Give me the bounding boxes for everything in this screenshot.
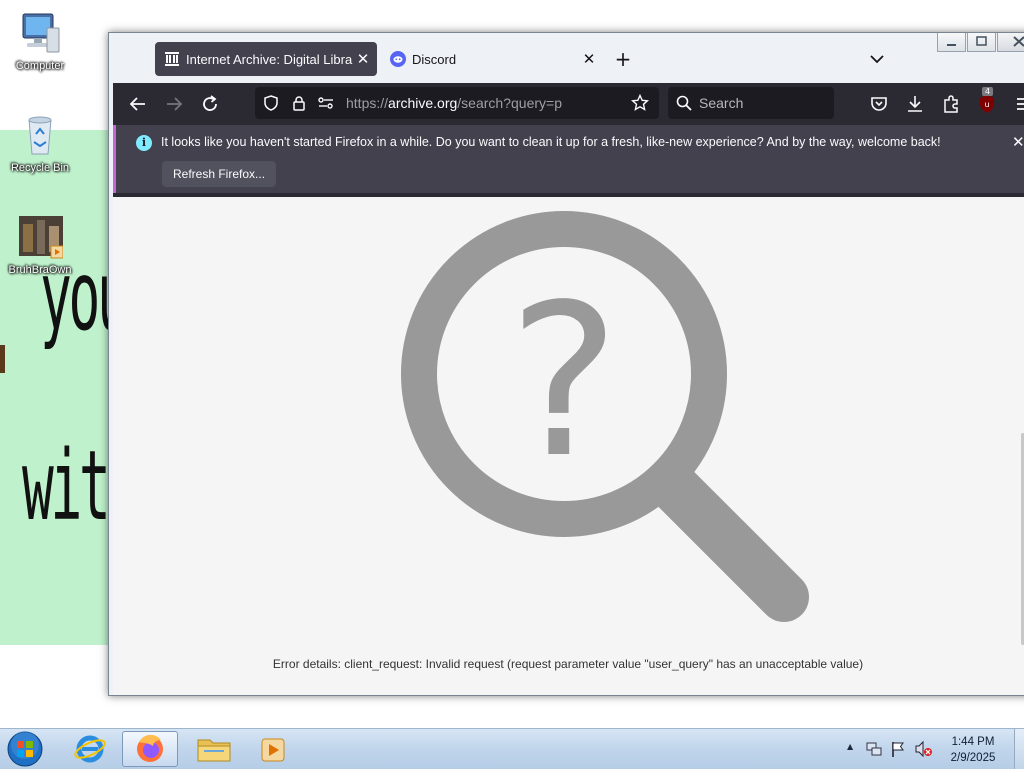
desktop-icon-computer[interactable]: Computer <box>0 10 80 72</box>
bookmark-star-icon[interactable] <box>631 94 649 112</box>
show-hidden-icons-button[interactable]: ▲ <box>847 742 853 751</box>
discord-icon <box>390 51 406 67</box>
back-button[interactable] <box>126 92 150 116</box>
error-details: Error details: client_request: Invalid r… <box>272 657 864 671</box>
show-desktop-button[interactable] <box>1014 729 1024 769</box>
clock-date: 2/9/2025 <box>950 752 996 764</box>
search-placeholder: Search <box>699 95 744 111</box>
firefox-icon <box>137 734 163 762</box>
desktop-icon-label: Computer <box>15 60 65 72</box>
arrow-right-icon <box>167 97 183 111</box>
notification-bar: i It looks like you haven't started Fire… <box>113 125 1024 193</box>
reload-icon <box>203 95 217 111</box>
tab-title: Internet Archive: Digital Library <box>186 51 353 67</box>
action-center-flag-icon[interactable] <box>889 740 907 758</box>
extensions-button[interactable] <box>939 92 963 116</box>
extension-badge: 4 <box>982 87 994 96</box>
taskbar-clock[interactable]: 1:44 PM 2/9/2025 <box>942 734 1004 766</box>
clock-time: 1:44 PM <box>951 736 995 748</box>
minimize-button[interactable] <box>937 33 966 52</box>
arrow-left-icon <box>129 97 145 111</box>
tab-title: Discord <box>412 51 457 67</box>
desktop-icon-recycle-bin[interactable]: Recycle Bin <box>0 112 80 174</box>
close-icon <box>1013 36 1024 47</box>
list-all-tabs-button[interactable] <box>867 49 887 69</box>
tab-bar: Internet Archive: Digital Library ✕ Disc… <box>109 33 1024 83</box>
chevron-down-icon <box>870 55 884 64</box>
taskbar-firefox[interactable] <box>122 731 178 767</box>
pocket-icon <box>871 97 887 111</box>
tab-internet-archive[interactable]: Internet Archive: Digital Library ✕ <box>155 42 377 76</box>
downloads-button[interactable] <box>903 92 927 116</box>
archive-icon <box>164 51 180 67</box>
network-icon[interactable] <box>865 740 883 758</box>
start-button[interactable] <box>6 730 44 768</box>
tab-close-icon[interactable]: ✕ <box>579 50 599 68</box>
url-protocol: https:// <box>346 95 389 111</box>
magnifier-question-icon: ? <box>401 211 809 622</box>
minimize-icon <box>947 44 956 46</box>
close-window-button[interactable] <box>997 33 1024 52</box>
search-bar[interactable]: Search <box>668 87 834 119</box>
address-bar[interactable]: https://archive.org/search?query=p <box>255 87 659 119</box>
page-content: ? Error details: client_request: Invalid… <box>113 193 1024 695</box>
wallpaper-panel <box>0 130 120 645</box>
lock-icon[interactable] <box>291 95 307 111</box>
taskbar-file-explorer[interactable] <box>186 731 242 767</box>
notification-message: It looks like you haven't started Firefo… <box>161 135 941 149</box>
puzzle-piece-icon <box>944 95 958 113</box>
taskbar-media-player[interactable] <box>246 731 302 767</box>
question-mark-glyph: ? <box>508 259 619 504</box>
download-icon <box>908 96 922 112</box>
permissions-icon[interactable] <box>317 95 335 111</box>
computer-icon <box>17 10 63 56</box>
tab-close-icon[interactable]: ✕ <box>353 50 373 68</box>
notification-close-icon[interactable]: ✕ <box>1012 133 1024 151</box>
url-text: https://archive.org/search?query=p <box>346 95 562 111</box>
desktop-icon-video[interactable]: BruhBraOwn <box>0 214 80 276</box>
video-thumbnail-icon <box>17 214 64 260</box>
taskbar-internet-explorer[interactable] <box>62 731 118 767</box>
forward-button[interactable] <box>162 92 186 116</box>
wallpaper-fragment <box>0 345 5 373</box>
app-menu-button[interactable] <box>1011 92 1024 116</box>
pocket-button[interactable] <box>867 92 891 116</box>
navigation-toolbar: https://archive.org/search?query=p Searc… <box>113 83 1024 125</box>
hamburger-menu-icon <box>1017 98 1024 110</box>
url-path: /search?query=p <box>457 95 562 111</box>
media-player-icon <box>261 738 285 762</box>
shield-icon[interactable] <box>263 95 279 111</box>
desktop-icon-label: BruhBraOwn <box>8 264 72 276</box>
reload-button[interactable] <box>198 92 222 116</box>
new-tab-button[interactable]: + <box>611 47 635 71</box>
url-host: archive.org <box>388 95 458 111</box>
desktop-icon-label: Recycle Bin <box>10 162 70 174</box>
info-icon: i <box>136 135 152 151</box>
svg-text:u: u <box>984 100 989 109</box>
firefox-window: Internet Archive: Digital Library ✕ Disc… <box>108 32 1024 696</box>
folder-icon <box>197 739 231 762</box>
refresh-firefox-button[interactable]: Refresh Firefox... <box>162 161 277 187</box>
tab-discord[interactable]: Discord ✕ <box>381 42 603 76</box>
recycle-bin-icon <box>17 112 63 158</box>
windows-logo-icon <box>7 731 43 767</box>
search-icon <box>676 95 692 111</box>
maximize-button[interactable] <box>967 33 996 52</box>
window-controls <box>937 33 1024 53</box>
maximize-icon <box>976 36 987 46</box>
volume-muted-icon[interactable] <box>913 740 933 758</box>
internet-explorer-icon <box>74 735 106 763</box>
taskbar: ▲ 1:44 PM 2/9/2025 <box>0 728 1024 769</box>
